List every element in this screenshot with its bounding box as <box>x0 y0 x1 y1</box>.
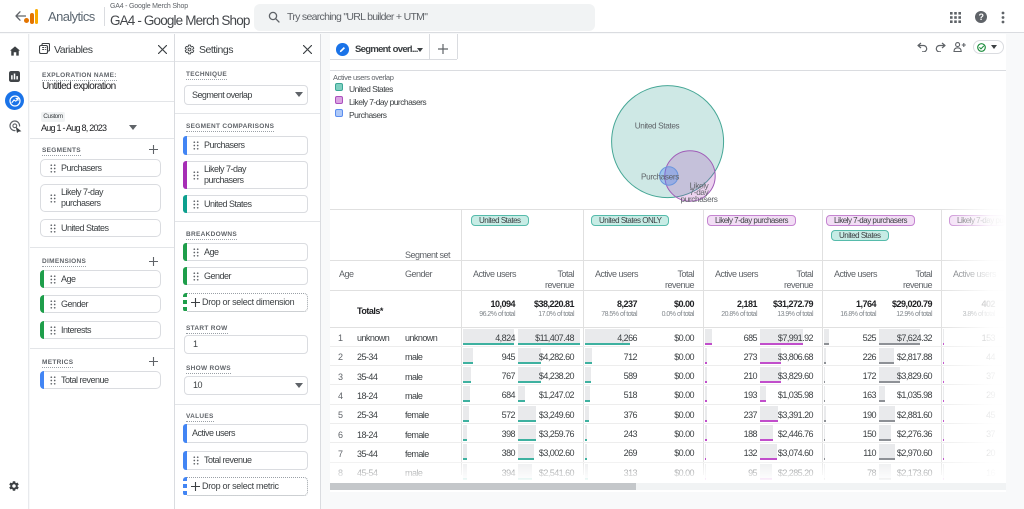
svg-text:United States: United States <box>635 122 680 131</box>
svg-text:Purchasers: Purchasers <box>641 173 679 182</box>
svg-text:purchasers: purchasers <box>680 195 717 204</box>
